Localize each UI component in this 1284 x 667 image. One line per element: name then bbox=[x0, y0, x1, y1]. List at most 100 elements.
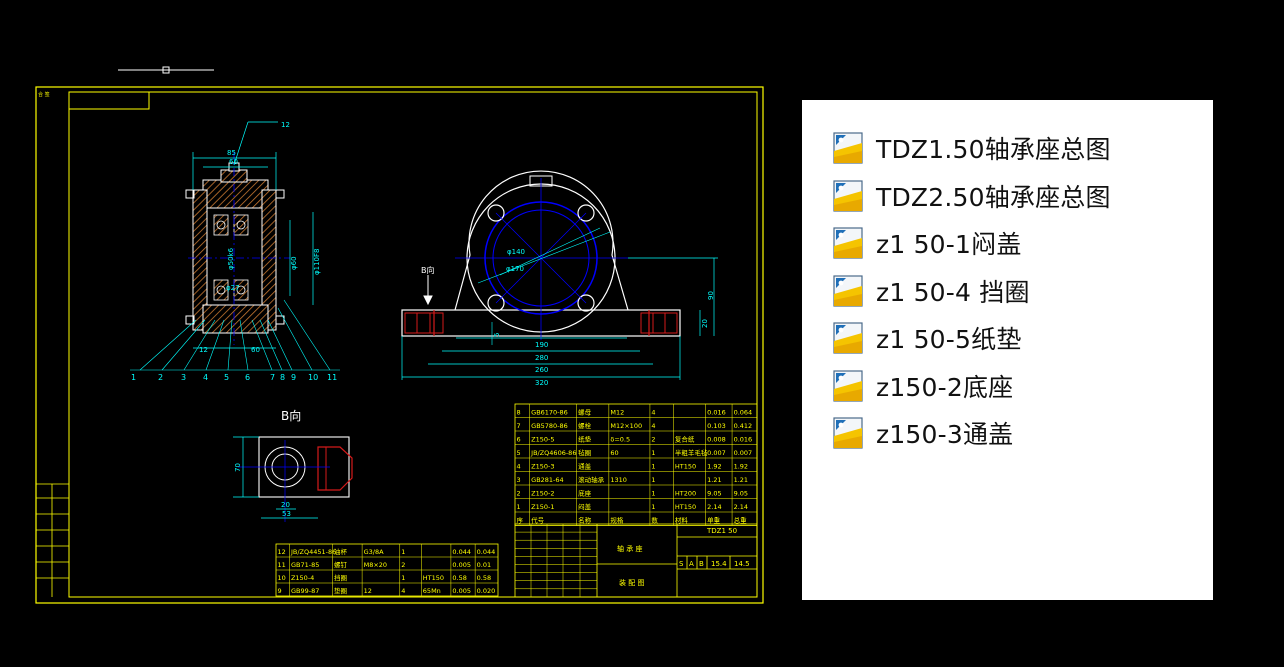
bom-cell: G3/8A bbox=[364, 548, 384, 556]
title-block: 轴 承 座 装 配 图 TDZ1 50 S A B 15.4 14.5 bbox=[515, 524, 757, 597]
balloon-11: 11 bbox=[327, 373, 337, 382]
bom-cell: 0.005 bbox=[452, 587, 471, 595]
file-item[interactable]: z150-3通盖 bbox=[832, 415, 1013, 451]
document-icon bbox=[832, 179, 866, 213]
bom-cell: 1 bbox=[517, 503, 521, 511]
title-model: TDZ1 50 bbox=[706, 527, 737, 535]
bom-cell: 1 bbox=[401, 574, 405, 582]
side-section-view: 85 60 12 12 60 φ50k6 φ60 φ110F8 φ27 1 bbox=[130, 121, 340, 382]
bom-cell: 0.016 bbox=[707, 409, 726, 417]
dim-phi140: φ140 bbox=[507, 248, 525, 256]
dim-53: 53 bbox=[282, 510, 291, 518]
file-name-label: z1 50-4 挡圈 bbox=[876, 273, 1030, 309]
bom-cell: Z150-3 bbox=[531, 463, 554, 471]
bom-cell: 4 bbox=[517, 463, 521, 471]
bom-cell: HT150 bbox=[675, 463, 696, 471]
bom-cell: GB71-85 bbox=[291, 561, 319, 569]
bom-cell: 纸垫 bbox=[578, 435, 592, 444]
bom-cell: 0.01 bbox=[477, 561, 491, 569]
file-item[interactable]: z1 50-4 挡圈 bbox=[832, 273, 1030, 309]
bom-cell: 1310 bbox=[610, 476, 627, 484]
dim-280: 280 bbox=[535, 354, 548, 362]
dim-50-5: 12 bbox=[199, 346, 208, 354]
scale-cell-b: B bbox=[699, 560, 704, 568]
bom-header-cell: 序 bbox=[517, 516, 524, 525]
document-icon bbox=[832, 131, 866, 165]
left-revision-column bbox=[36, 484, 69, 597]
scale-cell-v1: 15.4 bbox=[711, 560, 727, 568]
balloon-3: 3 bbox=[181, 373, 186, 382]
file-item[interactable]: TDZ1.50轴承座总图 bbox=[832, 130, 1111, 166]
dim-5: 5 bbox=[493, 333, 501, 337]
b-view-title: B向 bbox=[281, 408, 301, 423]
bom-cell: 1.21 bbox=[734, 476, 748, 484]
bom-header-cell: 数 bbox=[651, 516, 658, 525]
bom-cell: 油杯 bbox=[334, 547, 348, 556]
bom-cell: 1 bbox=[651, 490, 655, 498]
bom-cell: JB/ZQ4606-86 bbox=[530, 449, 576, 457]
bom-cell: 0.58 bbox=[477, 574, 491, 582]
bom-cell: 4 bbox=[651, 422, 655, 430]
bom-header-cell: 规格 bbox=[610, 516, 624, 525]
bom-table-lower: 12JB/ZQ4451-86油杯G3/8A10.0440.04411GB71-8… bbox=[276, 544, 498, 596]
file-name-label: z1 50-1闷盖 bbox=[876, 225, 1022, 261]
bom-cell: 2 bbox=[517, 490, 521, 498]
bom-header-cell: 名称 bbox=[578, 516, 592, 525]
bom-cell: 0.008 bbox=[707, 436, 726, 444]
bom-cell: M12 bbox=[610, 409, 624, 417]
bom-cell: 0.064 bbox=[734, 409, 753, 417]
title-part-name: 轴 承 座 bbox=[617, 544, 642, 553]
dim-phi50k6: φ50k6 bbox=[227, 247, 235, 270]
balloon-1: 1 bbox=[131, 373, 136, 382]
bom-cell: 9.05 bbox=[707, 490, 721, 498]
file-name-label: z1 50-5纸垫 bbox=[876, 320, 1022, 356]
bom-cell: 1 bbox=[401, 548, 405, 556]
bom-cell: JB/ZQ4451-86 bbox=[290, 548, 336, 556]
bom-cell: 1.92 bbox=[707, 463, 721, 471]
bom-cell: 0.044 bbox=[477, 548, 496, 556]
bom-cell: 1 bbox=[651, 476, 655, 484]
bom-cell: 螺钉 bbox=[334, 560, 348, 569]
bom-header-cell: 单重 bbox=[707, 516, 721, 525]
svg-text:合 签: 合 签 bbox=[38, 91, 50, 98]
scale-cell-s: S bbox=[679, 560, 684, 568]
file-item[interactable]: z1 50-5纸垫 bbox=[832, 320, 1022, 356]
cad-drawing-canvas[interactable]: 合 签 bbox=[0, 0, 800, 667]
balloon-4: 4 bbox=[203, 373, 208, 382]
file-item[interactable]: z1 50-1闷盖 bbox=[832, 225, 1022, 261]
scroll-indicator[interactable] bbox=[118, 67, 214, 73]
front-view: φ140 φ170 190 280 260 320 90 20 5 B向 bbox=[402, 171, 718, 387]
bom-cell: 2 bbox=[651, 436, 655, 444]
bom-cell: 1.92 bbox=[734, 463, 748, 471]
file-name-label: TDZ1.50轴承座总图 bbox=[876, 130, 1111, 166]
bom-cell: 闷盖 bbox=[578, 502, 592, 511]
dim-70: 70 bbox=[234, 463, 242, 472]
file-item[interactable]: z150-2底座 bbox=[832, 368, 1013, 404]
dim-phi110f8: φ110F8 bbox=[313, 249, 321, 275]
bom-cell: δ=0.5 bbox=[610, 436, 630, 444]
bom-cell: Z150-2 bbox=[531, 490, 554, 498]
bom-cell: 通盖 bbox=[578, 462, 592, 471]
document-icon bbox=[832, 321, 866, 355]
balloon-6: 6 bbox=[245, 373, 250, 382]
bom-cell: 60 bbox=[610, 449, 618, 457]
bom-cell: 半粗羊毛毡 bbox=[675, 448, 708, 457]
bom-cell: 6 bbox=[517, 436, 521, 444]
dim-phi60: φ60 bbox=[290, 256, 298, 270]
document-icon bbox=[832, 226, 866, 260]
dim-190: 190 bbox=[535, 341, 548, 349]
bom-cell: 螺栓 bbox=[578, 421, 592, 430]
bom-cell: 4 bbox=[651, 409, 655, 417]
bom-cell: Z150-4 bbox=[291, 574, 314, 582]
bom-cell: 0.005 bbox=[452, 561, 471, 569]
dim-90: 90 bbox=[707, 291, 715, 300]
bom-cell: GB5780-86 bbox=[531, 422, 568, 430]
bom-cell: 4 bbox=[401, 587, 405, 595]
file-item[interactable]: TDZ2.50轴承座总图 bbox=[832, 178, 1111, 214]
bom-cell: HT200 bbox=[675, 490, 696, 498]
bom-cell: 65Mn bbox=[423, 587, 441, 595]
dim-20: 20 bbox=[701, 319, 709, 328]
b-direction-view: B向 70 20 53 bbox=[233, 408, 352, 522]
bom-cell: 8 bbox=[517, 409, 521, 417]
bom-cell: 3 bbox=[517, 476, 521, 484]
